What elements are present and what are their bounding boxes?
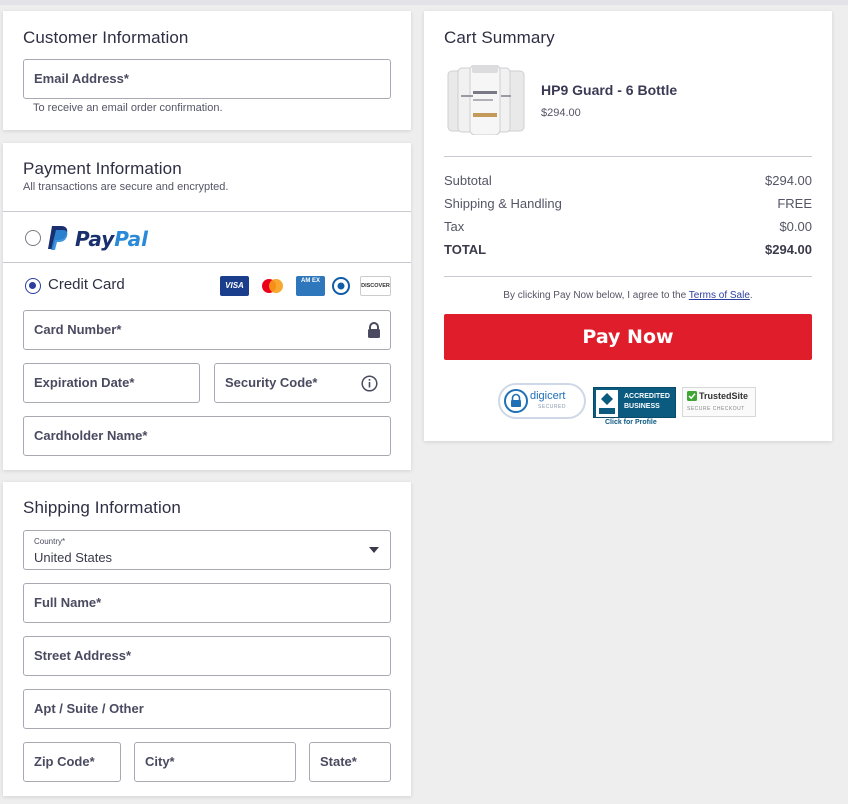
country-label: Country*	[34, 537, 66, 546]
paypal-wordmark-pal: Pal	[114, 227, 149, 251]
shipping-information-card: Shipping Information Country* United Sta…	[3, 482, 411, 796]
email-label: Email Address*	[34, 71, 129, 86]
zip-code-field[interactable]: Zip Code*	[23, 742, 121, 782]
card-number-field[interactable]: Card Number*	[23, 310, 391, 350]
product-name: HP9 Guard - 6 Bottle	[541, 82, 678, 98]
bbb-badge-box: ACCREDITED BUSINESS	[593, 387, 676, 418]
city-field[interactable]: City*	[134, 742, 296, 782]
tax-label: Tax	[444, 219, 465, 234]
card-number-label: Card Number*	[34, 322, 122, 337]
expiration-date-field[interactable]: Expiration Date*	[23, 363, 200, 403]
tax-value: $0.00	[779, 219, 812, 234]
terms-suffix: .	[749, 290, 753, 301]
bbb-accredited: ACCREDITED	[624, 393, 670, 400]
cart-summary-card: Cart Summary HP9 Guard - 6 Bottle $294.0…	[424, 11, 832, 441]
shipping-row: Shipping & Handling FREE	[444, 196, 812, 211]
total-label: TOTAL	[444, 242, 487, 257]
expiration-date-label: Expiration Date*	[34, 375, 135, 390]
credit-card-radio[interactable]	[25, 278, 41, 294]
trustedsite-name: TrustedSite	[699, 391, 749, 401]
security-code-field[interactable]: Security Code*	[214, 363, 391, 403]
state-field[interactable]: State*	[309, 742, 391, 782]
shipping-information-title: Shipping Information	[23, 498, 181, 517]
email-field[interactable]: Email Address*	[23, 59, 391, 99]
trustedsite-secure-checkout: SECURE CHECKOUT	[687, 406, 745, 412]
credit-card-option[interactable]: Credit Card VISA AM EX DISCOVER	[23, 275, 391, 299]
divider	[3, 211, 411, 212]
paypal-option[interactable]: PayPal	[23, 223, 391, 255]
country-select[interactable]: Country* United States	[23, 530, 391, 570]
top-bar	[0, 0, 848, 5]
bbb-badge[interactable]: ACCREDITED BUSINESS Click for Profile	[593, 387, 676, 429]
city-label: City*	[145, 754, 175, 769]
digicert-lock-icon	[504, 389, 528, 413]
cardholder-name-field[interactable]: Cardholder Name*	[23, 416, 391, 456]
digicert-name: digicert	[530, 390, 566, 402]
customer-information-title: Customer Information	[23, 28, 189, 47]
digicert-badge[interactable]: digicert SECURED	[498, 383, 586, 419]
digicert-secured: SECURED	[538, 404, 566, 410]
payment-information-card: Payment Information All transactions are…	[3, 143, 411, 470]
paypal-icon	[48, 226, 68, 250]
terms-prefix: By clicking Pay Now below, I agree to th…	[503, 290, 689, 301]
total-value: $294.00	[765, 242, 812, 257]
country-value: United States	[34, 550, 113, 565]
discover-icon: DISCOVER	[360, 276, 391, 296]
divider	[444, 156, 812, 157]
subtotal-label: Subtotal	[444, 173, 492, 188]
state-label: State*	[320, 754, 357, 769]
bbb-click-for-profile: Click for Profile	[605, 419, 657, 426]
visa-icon: VISA	[220, 276, 249, 296]
product-price: $294.00	[541, 107, 581, 119]
subtotal-row: Subtotal $294.00	[444, 173, 812, 188]
paypal-wordmark-pay: Pay	[75, 227, 115, 251]
diners-club-icon	[330, 276, 352, 296]
card-brand-logos: VISA AM EX DISCOVER	[220, 276, 391, 296]
shipping-value: FREE	[777, 196, 812, 211]
credit-card-label: Credit Card	[48, 276, 125, 293]
amex-icon: AM EX	[296, 276, 325, 296]
apt-suite-label: Apt / Suite / Other	[34, 701, 144, 716]
zip-code-label: Zip Code*	[34, 754, 95, 769]
product-image	[444, 64, 528, 136]
full-name-field[interactable]: Full Name*	[23, 583, 391, 623]
shipping-label: Shipping & Handling	[444, 196, 562, 211]
apt-suite-field[interactable]: Apt / Suite / Other	[23, 689, 391, 729]
street-address-label: Street Address*	[34, 648, 132, 663]
terms-of-sale-link[interactable]: Terms of Sale	[689, 290, 750, 301]
customer-information-card: Customer Information Email Address* To r…	[3, 11, 411, 130]
trustedsite-badge[interactable]: TrustedSite SECURE CHECKOUT	[682, 387, 756, 417]
check-icon	[687, 391, 697, 401]
email-hint: To receive an email order confirmation.	[33, 102, 223, 114]
terms-text: By clicking Pay Now below, I agree to th…	[444, 290, 812, 301]
divider	[444, 276, 812, 277]
info-icon[interactable]	[361, 375, 378, 392]
paypal-wordmark: PayPal	[75, 227, 148, 251]
cardholder-name-label: Cardholder Name*	[34, 428, 148, 443]
pay-now-button[interactable]: Pay Now	[444, 314, 812, 360]
chevron-down-icon	[369, 547, 379, 553]
tax-row: Tax $0.00	[444, 219, 812, 234]
paypal-radio[interactable]	[25, 230, 41, 246]
bbb-torch-icon	[596, 390, 618, 417]
total-row: TOTAL $294.00	[444, 242, 812, 257]
subtotal-value: $294.00	[765, 173, 812, 188]
divider	[3, 262, 411, 263]
payment-information-title: Payment Information	[23, 159, 182, 178]
payment-subtitle: All transactions are secure and encrypte…	[23, 181, 229, 193]
full-name-label: Full Name*	[34, 595, 102, 610]
bbb-business: BUSINESS	[624, 403, 660, 410]
security-code-label: Security Code*	[225, 375, 318, 390]
mastercard-icon	[258, 276, 287, 296]
street-address-field[interactable]: Street Address*	[23, 636, 391, 676]
lock-icon	[368, 322, 380, 338]
cart-summary-title: Cart Summary	[444, 28, 555, 47]
